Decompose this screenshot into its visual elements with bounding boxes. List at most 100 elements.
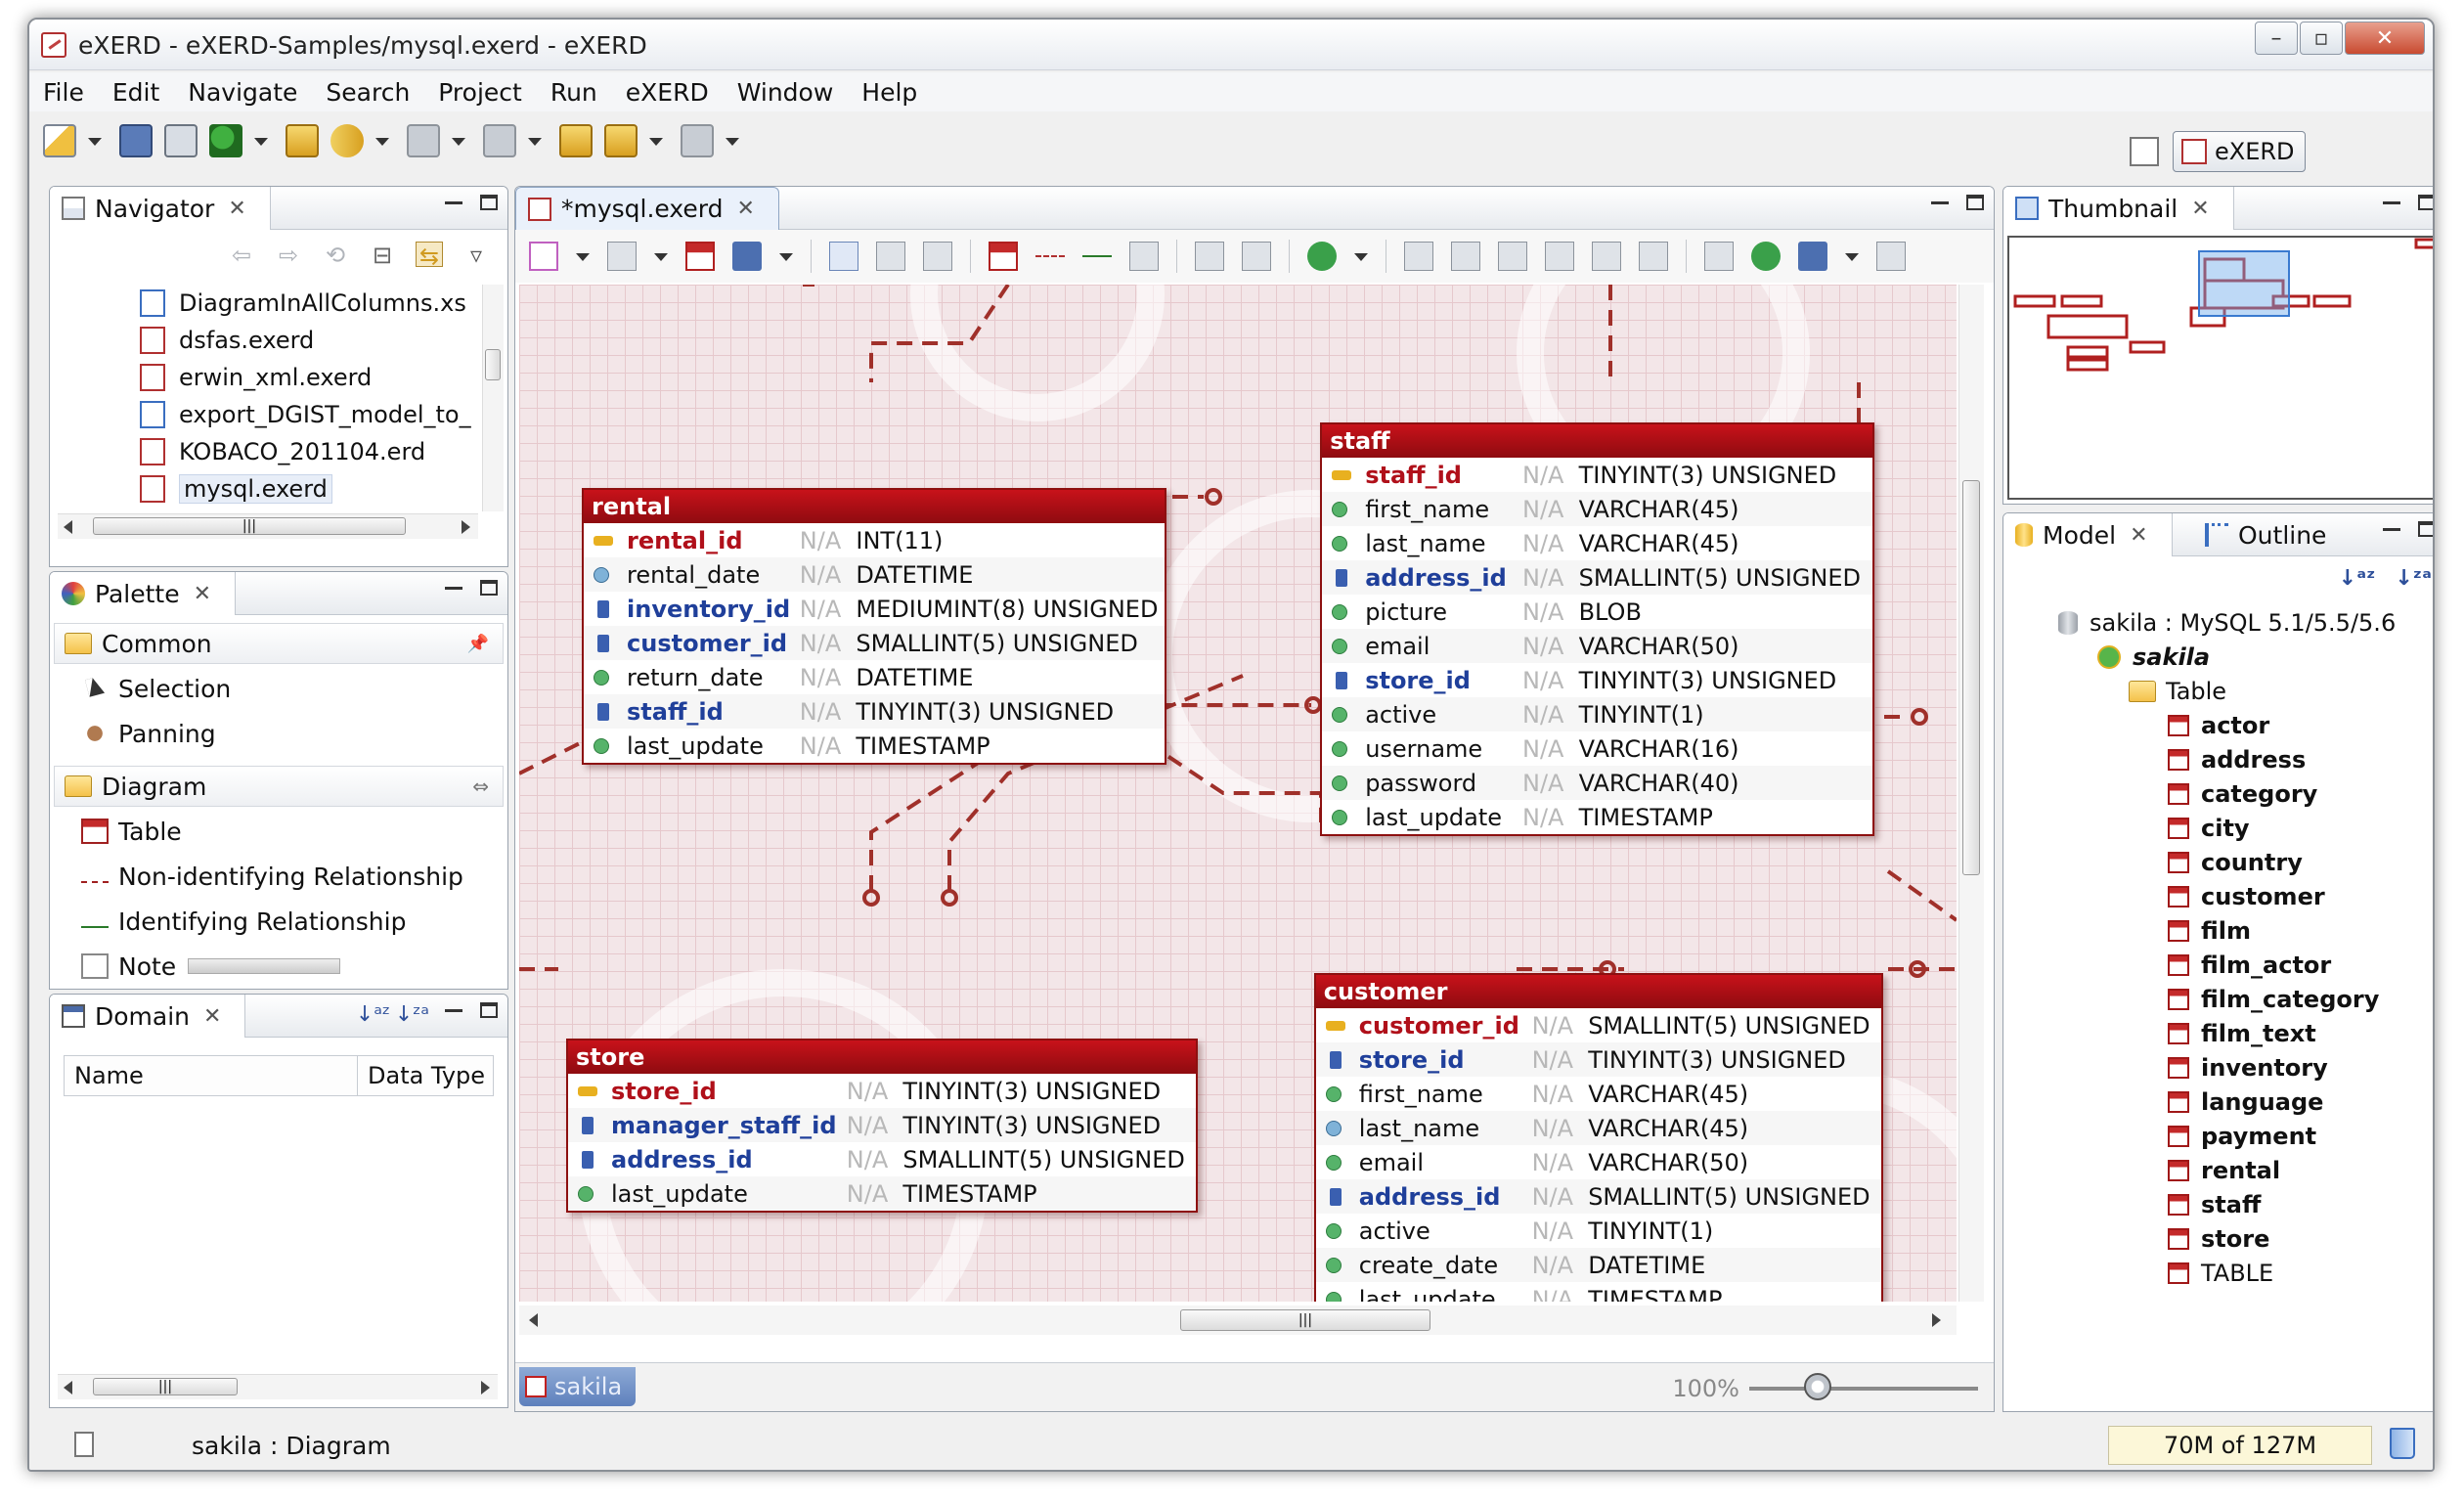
prev-annotation-icon[interactable]: [483, 124, 516, 157]
new-dropdown-icon[interactable]: [88, 124, 102, 157]
forward-icon[interactable]: ⇨: [275, 242, 302, 269]
perspective-exerd-button[interactable]: eXERD: [2173, 131, 2306, 172]
pin-icon[interactable]: 📌: [467, 634, 489, 654]
column-header-data-type[interactable]: Data Type: [358, 1056, 493, 1095]
menu-file[interactable]: File: [43, 78, 84, 107]
maximize-view-icon[interactable]: [1966, 195, 1984, 210]
maximize-view-icon[interactable]: [480, 1002, 498, 1018]
entity-column-row[interactable]: email N/A VARCHAR(50): [1322, 628, 1872, 663]
tree-node-table[interactable]: country: [2168, 845, 2303, 879]
last-edit-location-icon[interactable]: [559, 124, 593, 157]
menu-edit[interactable]: Edit: [112, 78, 159, 107]
next-annotation-icon[interactable]: [407, 124, 440, 157]
menu-run[interactable]: Run: [550, 78, 597, 107]
scroll-thumb[interactable]: [1962, 480, 1980, 875]
tree-node-table[interactable]: film_text: [2168, 1016, 2316, 1050]
maximize-view-icon[interactable]: [2418, 195, 2433, 210]
entity-column-row[interactable]: last_update N/A TIMESTAMP: [584, 729, 1165, 763]
forward-arrow-icon[interactable]: [681, 124, 714, 157]
collapse-arrows-icon[interactable]: ⇔: [472, 775, 489, 798]
entity-column-row[interactable]: manager_staff_id N/A TINYINT(3) UNSIGNED: [568, 1108, 1197, 1143]
minimize-view-icon[interactable]: [1931, 195, 1949, 204]
align-bottom-icon[interactable]: [1639, 242, 1668, 271]
validate-icon[interactable]: [1751, 242, 1781, 271]
close-icon[interactable]: ✕: [194, 582, 211, 606]
entity-staff[interactable]: staff staff_id N/A TINYINT(3) UNSIGNED first…: [1320, 421, 1874, 836]
tree-node-table[interactable]: city: [2168, 811, 2250, 845]
back-icon[interactable]: ⇦: [228, 242, 255, 269]
sort-descending-icon[interactable]: ↓ᶻᵃ: [395, 1002, 429, 1027]
file-item[interactable]: dsfas.exerd: [50, 322, 480, 359]
file-item[interactable]: erwin_xml.exerd: [50, 359, 480, 396]
align-center-icon[interactable]: [1451, 242, 1480, 271]
selection-tool-icon[interactable]: [829, 242, 858, 271]
entity-column-row[interactable]: picture N/A BLOB: [1322, 595, 1871, 629]
properties-icon[interactable]: [1704, 242, 1734, 271]
entity-column-row[interactable]: customer_id N/A SMALLINT(5) UNSIGNED: [584, 626, 1166, 660]
minimize-button[interactable]: –: [2255, 22, 2298, 55]
entity-column-row[interactable]: last_name N/A VARCHAR(45): [1315, 1111, 1882, 1145]
tree-node-table[interactable]: inventory: [2168, 1050, 2328, 1084]
tree-node-table[interactable]: rental: [2168, 1153, 2280, 1187]
color-dropdown-icon[interactable]: [1354, 240, 1368, 273]
file-item[interactable]: DiagramInAllColumns.xs: [50, 285, 480, 322]
tree-node-schema[interactable]: sakila: [2097, 640, 2210, 674]
sort-descending-icon[interactable]: ↓ᶻᵃ: [2395, 566, 2432, 591]
palette-item-note[interactable]: Note: [69, 946, 341, 987]
help-icon[interactable]: [1876, 242, 1906, 271]
align-middle-icon[interactable]: [1592, 242, 1621, 271]
entity-column-row[interactable]: store_id N/A TINYINT(3) UNSIGNED: [1322, 663, 1871, 697]
close-icon[interactable]: ✕: [203, 1004, 221, 1029]
create-table-icon[interactable]: [989, 242, 1018, 271]
entity-column-row[interactable]: first_name N/A VARCHAR(45): [1316, 1077, 1881, 1111]
entity-column-row[interactable]: return_date N/A DATETIME: [584, 660, 1165, 694]
zoom-slider[interactable]: [1749, 1387, 1978, 1391]
column-header-name[interactable]: Name: [65, 1056, 358, 1095]
entity-column-row[interactable]: address_id N/A SMALLINT(5) UNSIGNED: [1322, 559, 1872, 595]
maximize-button[interactable]: ▫: [2300, 22, 2343, 55]
run-icon[interactable]: [209, 124, 242, 157]
minimize-view-icon[interactable]: [445, 1002, 462, 1012]
align-top-icon[interactable]: [1545, 242, 1574, 271]
tree-node-table[interactable]: film: [2168, 913, 2251, 948]
minimize-view-icon[interactable]: [445, 580, 462, 590]
tree-node-table[interactable]: address: [2168, 742, 2306, 776]
entity-column-row[interactable]: create_date N/A DATETIME: [1315, 1248, 1882, 1282]
canvas-vertical-scrollbar[interactable]: [1958, 285, 1984, 1302]
entity-column-row[interactable]: staff_id N/A TINYINT(3) UNSIGNED: [1322, 458, 1871, 492]
tree-node-table[interactable]: payment: [2168, 1119, 2316, 1153]
entity-rental[interactable]: rental rental_id N/A INT(11) rental_date N/A D…: [582, 488, 1167, 765]
tree-node-new-table[interactable]: TABLE: [2168, 1256, 2273, 1290]
tree-node-table[interactable]: store: [2168, 1221, 2269, 1256]
entity-column-row[interactable]: last_name N/A VARCHAR(45): [1322, 526, 1871, 560]
close-icon[interactable]: ✕: [2191, 197, 2209, 221]
back-arrow-icon[interactable]: [604, 124, 638, 157]
menu-navigate[interactable]: Navigate: [188, 78, 297, 107]
page-dropdown-icon[interactable]: [576, 240, 590, 273]
sync-dropdown-icon[interactable]: [1845, 240, 1859, 273]
zoom-slider-knob[interactable]: [1804, 1373, 1832, 1400]
minimize-view-icon[interactable]: [2383, 195, 2400, 204]
save-icon[interactable]: [119, 124, 153, 157]
identifying-relationship-icon[interactable]: [1082, 255, 1112, 257]
sync-icon[interactable]: [1798, 242, 1827, 271]
color-icon[interactable]: [1307, 242, 1337, 271]
run-dropdown-icon[interactable]: [254, 124, 268, 157]
align-right-icon[interactable]: [1498, 242, 1527, 271]
sort-ascending-icon[interactable]: ↓ᵃᶻ: [356, 1002, 390, 1027]
tree-node-table-folder[interactable]: Table: [2129, 674, 2226, 708]
next-annotation-dropdown-icon[interactable]: [452, 124, 465, 157]
tree-node-model[interactable]: sakila : MySQL 5.1/5.5/5.6: [2058, 605, 2396, 640]
tree-node-table[interactable]: actor: [2168, 708, 2269, 742]
new-wizard-icon[interactable]: [43, 124, 76, 157]
entity-column-row[interactable]: username N/A VARCHAR(16): [1322, 731, 1871, 766]
menu-window[interactable]: Window: [737, 78, 834, 107]
tree-node-table[interactable]: film_actor: [2168, 948, 2331, 982]
entity-column-row[interactable]: active N/A TINYINT(1): [1322, 696, 1872, 731]
scroll-thumb[interactable]: |||: [1180, 1309, 1430, 1331]
back-dropdown-icon[interactable]: [649, 124, 663, 157]
close-button[interactable]: ✕: [2345, 22, 2425, 55]
close-icon[interactable]: ✕: [737, 197, 755, 221]
view-icon[interactable]: [732, 242, 762, 271]
page-icon[interactable]: [529, 242, 558, 271]
